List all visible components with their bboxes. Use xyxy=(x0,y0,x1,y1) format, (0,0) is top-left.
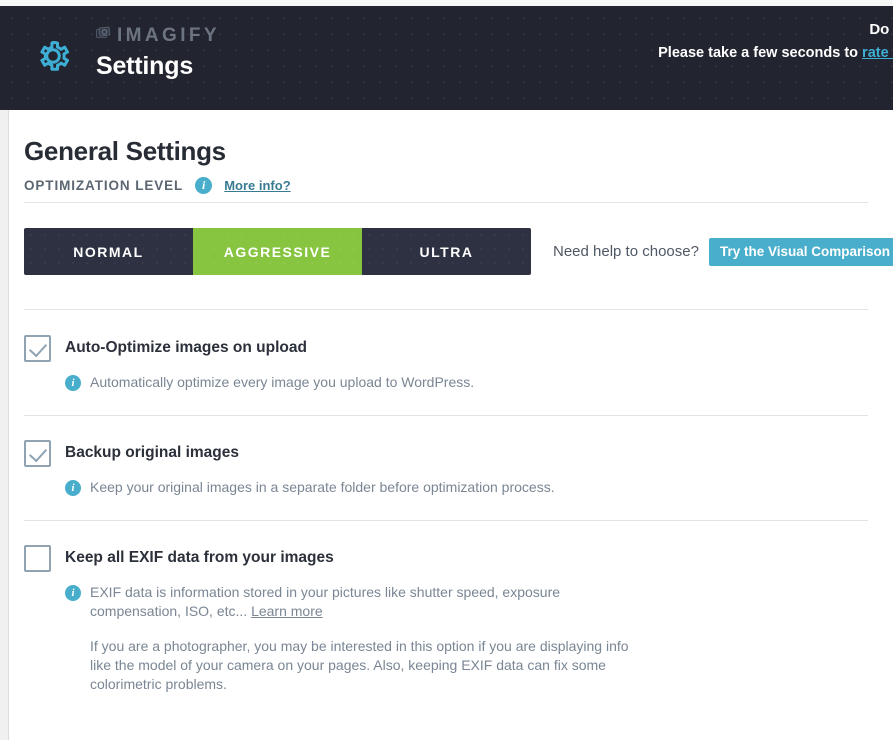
divider-under-auto-optimize xyxy=(24,415,868,416)
settings-content: General Settings OPTIMIZATION LEVEL i Mo… xyxy=(10,110,893,740)
rate-notice-subtitle: Please take a few seconds to rate it on … xyxy=(511,43,893,64)
rate-notice-subtitle-text: Please take a few seconds to xyxy=(658,45,862,61)
more-info-link[interactable]: More info? xyxy=(224,178,290,193)
option-description-backup-original: Keep your original images in a separate … xyxy=(90,478,555,497)
info-icon: i xyxy=(195,177,212,194)
rate-plugin-notice: Do you lik Please take a few seconds to … xyxy=(511,20,893,94)
info-icon: i xyxy=(65,375,81,391)
brand-block: IMAGIFY Settings xyxy=(96,20,220,81)
divider-under-backup-original xyxy=(24,520,868,521)
brand-name: IMAGIFY xyxy=(117,26,220,46)
need-help-label: Need help to choose? xyxy=(553,243,699,260)
option-description-keep-exif: EXIF data is information stored in your … xyxy=(90,583,650,621)
optimization-level-header: OPTIMIZATION LEVEL i More info? xyxy=(24,177,291,194)
option-row-auto-optimize: Auto-Optimize images on upload i Automat… xyxy=(24,334,868,392)
learn-more-link[interactable]: Learn more xyxy=(251,603,323,619)
info-icon: i xyxy=(65,480,81,496)
level-option-normal[interactable]: NORMAL xyxy=(24,228,193,275)
option-description-keep-exif-text: EXIF data is information stored in your … xyxy=(90,584,560,619)
admin-left-edge xyxy=(0,110,9,740)
rate-notice-title: Do you lik xyxy=(511,20,893,40)
divider-under-level-switch xyxy=(24,309,868,310)
imagify-settings-page: IMAGIFY Settings Do you lik Please take … xyxy=(0,0,893,740)
rate-it-link[interactable]: rate it on W xyxy=(862,45,893,61)
level-option-ultra[interactable]: ULTRA xyxy=(362,228,531,275)
checkbox-keep-exif[interactable] xyxy=(24,545,51,572)
option-row-backup-original: Backup original images i Keep your origi… xyxy=(24,439,868,497)
info-icon: i xyxy=(65,585,81,601)
star-icon[interactable] xyxy=(511,68,893,94)
option-title-keep-exif: Keep all EXIF data from your images xyxy=(65,544,334,571)
page-title: General Settings xyxy=(24,136,226,167)
visual-comparison-button[interactable]: Try the Visual Comparison xyxy=(709,238,893,266)
divider-under-section-label xyxy=(24,202,868,203)
option-title-backup-original: Backup original images xyxy=(65,439,239,466)
plugin-header-banner: IMAGIFY Settings Do you lik Please take … xyxy=(0,6,893,110)
header-page-kicker: Settings xyxy=(96,51,220,81)
checkbox-backup-original[interactable] xyxy=(24,440,51,467)
imagify-photos-logo-icon xyxy=(96,26,113,46)
option-row-keep-exif: Keep all EXIF data from your images i EX… xyxy=(24,544,868,694)
gear-icon xyxy=(24,26,82,86)
section-label: OPTIMIZATION LEVEL xyxy=(24,178,183,193)
checkbox-auto-optimize[interactable] xyxy=(24,335,51,362)
option-title-auto-optimize: Auto-Optimize images on upload xyxy=(65,334,307,361)
header-branding: IMAGIFY Settings xyxy=(24,20,220,86)
option-note-keep-exif: If you are a photographer, you may be in… xyxy=(90,637,650,694)
optimization-level-row: NORMAL AGGRESSIVE ULTRA Need help to cho… xyxy=(24,228,893,275)
option-description-auto-optimize: Automatically optimize every image you u… xyxy=(90,373,474,392)
optimization-level-switch[interactable]: NORMAL AGGRESSIVE ULTRA xyxy=(24,228,531,275)
level-option-aggressive[interactable]: AGGRESSIVE xyxy=(193,228,362,275)
